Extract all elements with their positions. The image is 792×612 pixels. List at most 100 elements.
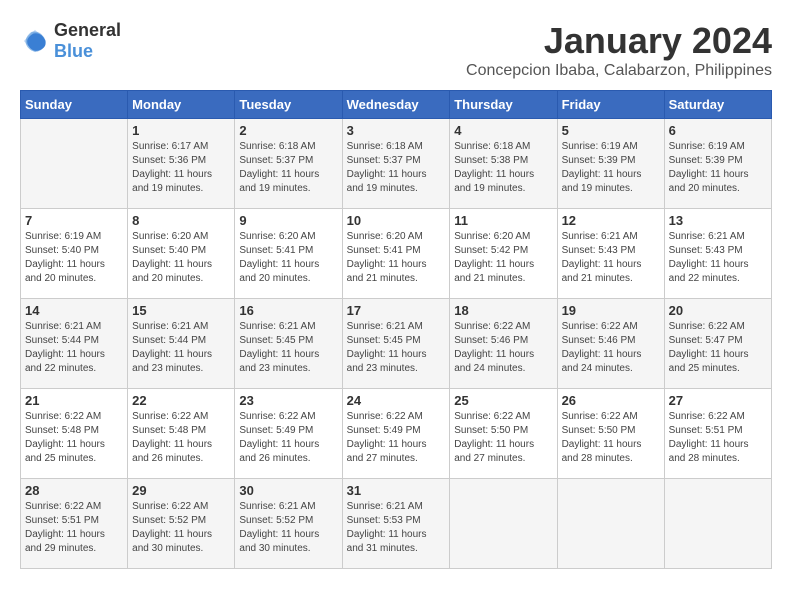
calendar-cell: 10Sunrise: 6:20 AM Sunset: 5:41 PM Dayli… (342, 209, 450, 299)
calendar-table: SundayMondayTuesdayWednesdayThursdayFrid… (20, 90, 772, 569)
day-number: 4 (454, 123, 552, 138)
day-number: 18 (454, 303, 552, 318)
calendar-body: 1 Sunrise: 6:17 AM Sunset: 5:36 PM Daylig… (21, 119, 772, 569)
day-info: Sunrise: 6:21 AM Sunset: 5:53 PM Dayligh… (347, 500, 446, 556)
day-info: Sunrise: 6:21 AM Sunset: 5:52 PM Dayligh… (239, 500, 337, 556)
calendar-cell: 15Sunrise: 6:21 AM Sunset: 5:44 PM Dayli… (128, 299, 235, 389)
day-info: Sunrise: 6:20 AM Sunset: 5:40 PM Dayligh… (132, 230, 230, 286)
calendar-cell: 5Sunrise: 6:19 AM Sunset: 5:39 PM Daylig… (557, 119, 664, 209)
calendar-cell (557, 479, 664, 569)
logo-general: General (54, 20, 121, 40)
day-number: 9 (239, 213, 337, 228)
calendar-cell: 20 Sunrise: 6:22 AM Sunset: 5:47 PM Dayli… (664, 299, 771, 389)
header-wednesday: Wednesday (342, 91, 450, 119)
day-number: 19 (562, 303, 660, 318)
header-thursday: Thursday (450, 91, 557, 119)
day-info: Sunrise: 6:21 AM Sunset: 5:43 PM Dayligh… (669, 230, 767, 286)
day-info: Sunrise: 6:21 AM Sunset: 5:44 PM Dayligh… (132, 320, 230, 376)
day-number: 26 (562, 393, 660, 408)
calendar-cell: 26 Sunrise: 6:22 AM Sunset: 5:50 PM Dayli… (557, 389, 664, 479)
day-info: Sunrise: 6:22 AM Sunset: 5:47 PM Dayligh… (669, 320, 767, 376)
calendar-cell: 7 Sunrise: 6:19 AM Sunset: 5:40 PM Daylig… (21, 209, 128, 299)
calendar-cell: 14 Sunrise: 6:21 AM Sunset: 5:44 PM Dayli… (21, 299, 128, 389)
day-info: Sunrise: 6:19 AM Sunset: 5:39 PM Dayligh… (669, 140, 767, 196)
calendar-cell: 12 Sunrise: 6:21 AM Sunset: 5:43 PM Dayli… (557, 209, 664, 299)
calendar-cell: 27Sunrise: 6:22 AM Sunset: 5:51 PM Dayli… (664, 389, 771, 479)
calendar-cell: 3 Sunrise: 6:18 AM Sunset: 5:37 PM Daylig… (342, 119, 450, 209)
calendar-cell: 16 Sunrise: 6:21 AM Sunset: 5:45 PM Dayli… (235, 299, 342, 389)
header-sunday: Sunday (21, 91, 128, 119)
day-number: 11 (454, 213, 552, 228)
calendar-cell: 21 Sunrise: 6:22 AM Sunset: 5:48 PM Dayli… (21, 389, 128, 479)
day-info: Sunrise: 6:18 AM Sunset: 5:37 PM Dayligh… (239, 140, 337, 196)
calendar-cell (664, 479, 771, 569)
calendar-cell: 31Sunrise: 6:21 AM Sunset: 5:53 PM Dayli… (342, 479, 450, 569)
day-info: Sunrise: 6:22 AM Sunset: 5:50 PM Dayligh… (454, 410, 552, 466)
logo: General Blue (20, 20, 121, 62)
logo-blue: Blue (54, 41, 93, 61)
calendar-cell: 1 Sunrise: 6:17 AM Sunset: 5:36 PM Daylig… (128, 119, 235, 209)
day-number: 28 (25, 483, 123, 498)
day-info: Sunrise: 6:22 AM Sunset: 5:48 PM Dayligh… (132, 410, 230, 466)
day-number: 27 (669, 393, 767, 408)
day-info: Sunrise: 6:21 AM Sunset: 5:45 PM Dayligh… (239, 320, 337, 376)
day-info: Sunrise: 6:22 AM Sunset: 5:52 PM Dayligh… (132, 500, 230, 556)
header-friday: Friday (557, 91, 664, 119)
calendar-cell: 4Sunrise: 6:18 AM Sunset: 5:38 PM Daylig… (450, 119, 557, 209)
day-number: 22 (132, 393, 230, 408)
logo-text: General Blue (54, 20, 121, 62)
day-number: 8 (132, 213, 230, 228)
day-number: 29 (132, 483, 230, 498)
week-row-0: 1 Sunrise: 6:17 AM Sunset: 5:36 PM Daylig… (21, 119, 772, 209)
calendar-cell: 25Sunrise: 6:22 AM Sunset: 5:50 PM Dayli… (450, 389, 557, 479)
day-number: 5 (562, 123, 660, 138)
header-monday: Monday (128, 91, 235, 119)
day-info: Sunrise: 6:20 AM Sunset: 5:41 PM Dayligh… (239, 230, 337, 286)
day-number: 14 (25, 303, 123, 318)
day-number: 13 (669, 213, 767, 228)
day-info: Sunrise: 6:20 AM Sunset: 5:42 PM Dayligh… (454, 230, 552, 286)
day-info: Sunrise: 6:21 AM Sunset: 5:43 PM Dayligh… (562, 230, 660, 286)
day-number: 24 (347, 393, 446, 408)
week-row-3: 21 Sunrise: 6:22 AM Sunset: 5:48 PM Dayli… (21, 389, 772, 479)
day-number: 16 (239, 303, 337, 318)
calendar-cell: 2Sunrise: 6:18 AM Sunset: 5:37 PM Daylig… (235, 119, 342, 209)
calendar-header: SundayMondayTuesdayWednesdayThursdayFrid… (21, 91, 772, 119)
calendar-cell: 29 Sunrise: 6:22 AM Sunset: 5:52 PM Dayli… (128, 479, 235, 569)
day-info: Sunrise: 6:21 AM Sunset: 5:44 PM Dayligh… (25, 320, 123, 376)
day-info: Sunrise: 6:22 AM Sunset: 5:48 PM Dayligh… (25, 410, 123, 466)
day-info: Sunrise: 6:21 AM Sunset: 5:45 PM Dayligh… (347, 320, 446, 376)
logo-icon (20, 26, 50, 56)
calendar-cell: 18 Sunrise: 6:22 AM Sunset: 5:46 PM Dayli… (450, 299, 557, 389)
day-info: Sunrise: 6:19 AM Sunset: 5:40 PM Dayligh… (25, 230, 123, 286)
day-number: 21 (25, 393, 123, 408)
calendar-cell: 6 Sunrise: 6:19 AM Sunset: 5:39 PM Daylig… (664, 119, 771, 209)
calendar-cell: 9 Sunrise: 6:20 AM Sunset: 5:41 PM Daylig… (235, 209, 342, 299)
day-number: 3 (347, 123, 446, 138)
calendar-cell: 11 Sunrise: 6:20 AM Sunset: 5:42 PM Dayli… (450, 209, 557, 299)
week-row-1: 7 Sunrise: 6:19 AM Sunset: 5:40 PM Daylig… (21, 209, 772, 299)
calendar-cell: 13 Sunrise: 6:21 AM Sunset: 5:43 PM Dayli… (664, 209, 771, 299)
day-info: Sunrise: 6:22 AM Sunset: 5:51 PM Dayligh… (25, 500, 123, 556)
calendar-cell (21, 119, 128, 209)
calendar-cell: 19 Sunrise: 6:22 AM Sunset: 5:46 PM Dayli… (557, 299, 664, 389)
calendar-cell: 23Sunrise: 6:22 AM Sunset: 5:49 PM Dayli… (235, 389, 342, 479)
day-info: Sunrise: 6:20 AM Sunset: 5:41 PM Dayligh… (347, 230, 446, 286)
day-number: 12 (562, 213, 660, 228)
calendar-cell: 8 Sunrise: 6:20 AM Sunset: 5:40 PM Daylig… (128, 209, 235, 299)
day-number: 20 (669, 303, 767, 318)
day-info: Sunrise: 6:18 AM Sunset: 5:37 PM Dayligh… (347, 140, 446, 196)
day-info: Sunrise: 6:22 AM Sunset: 5:49 PM Dayligh… (239, 410, 337, 466)
calendar-cell: 17Sunrise: 6:21 AM Sunset: 5:45 PM Dayli… (342, 299, 450, 389)
day-info: Sunrise: 6:22 AM Sunset: 5:46 PM Dayligh… (562, 320, 660, 376)
calendar-cell: 30 Sunrise: 6:21 AM Sunset: 5:52 PM Dayli… (235, 479, 342, 569)
calendar-cell: 28 Sunrise: 6:22 AM Sunset: 5:51 PM Dayli… (21, 479, 128, 569)
day-info: Sunrise: 6:22 AM Sunset: 5:50 PM Dayligh… (562, 410, 660, 466)
day-info: Sunrise: 6:17 AM Sunset: 5:36 PM Dayligh… (132, 140, 230, 196)
day-number: 6 (669, 123, 767, 138)
day-number: 7 (25, 213, 123, 228)
day-info: Sunrise: 6:22 AM Sunset: 5:46 PM Dayligh… (454, 320, 552, 376)
page-header: General Blue January 2024 Concepcion Iba… (20, 20, 772, 80)
day-number: 30 (239, 483, 337, 498)
day-number: 1 (132, 123, 230, 138)
